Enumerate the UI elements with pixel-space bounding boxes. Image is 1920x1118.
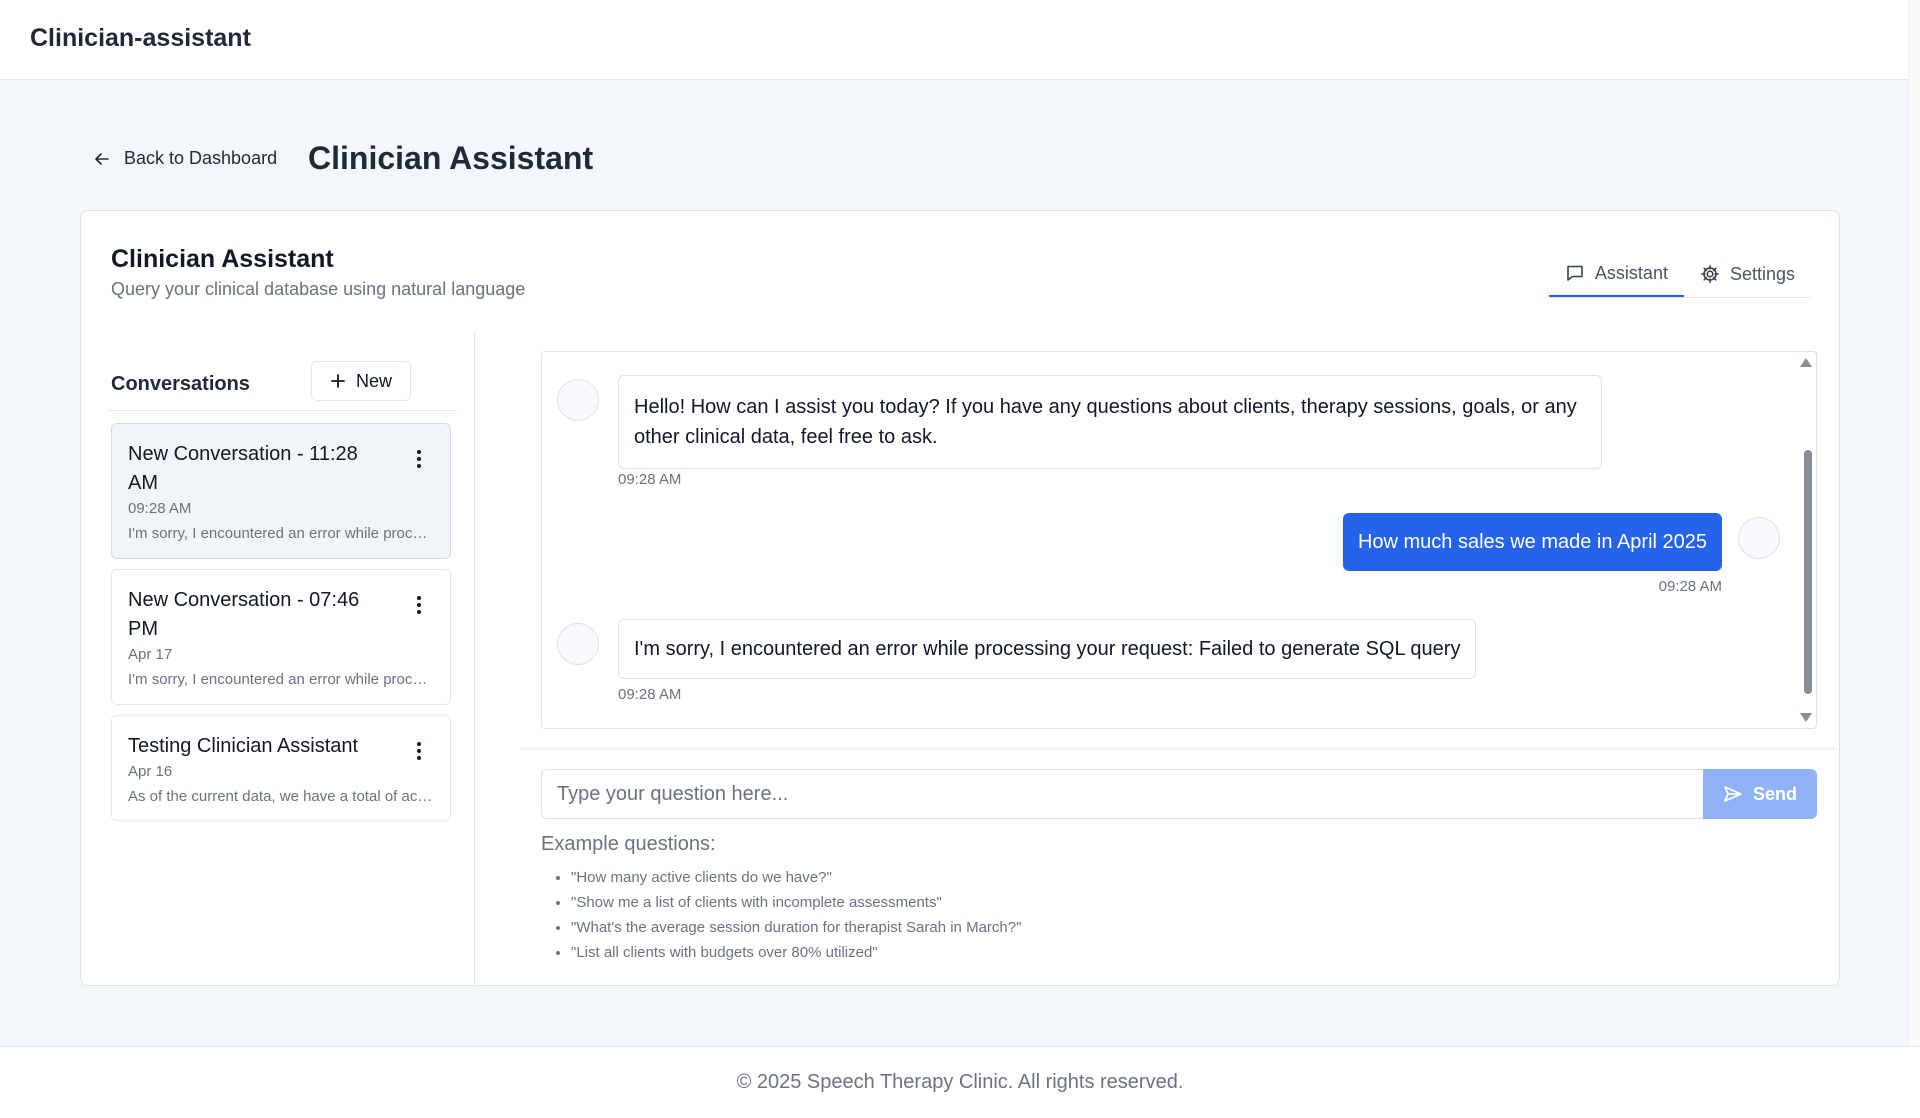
card-subtitle: Query your clinical database using natur… — [111, 279, 526, 299]
conversation-preview: I'm sorry, I encountered an error while … — [128, 671, 433, 688]
conversation-preview: I'm sorry, I encountered an error while … — [128, 525, 433, 542]
conversations-heading: Conversations — [111, 373, 250, 395]
conversations-header: Conversations New — [107, 361, 457, 411]
tab-assistant[interactable]: Assistant — [1548, 251, 1684, 297]
back-to-dashboard-link[interactable]: Back to Dashboard — [94, 148, 277, 169]
conversation-title: New Conversation - 07:46 PM — [128, 589, 360, 640]
tab-assistant-label: Assistant — [1594, 262, 1668, 283]
card-title: Clinician Assistant — [111, 245, 334, 273]
assistant-message: Hello! How can I assist you today? If yo… — [618, 375, 1602, 469]
tab-settings[interactable]: Settings — [1684, 251, 1811, 297]
example-questions-heading: Example questions: — [541, 833, 716, 855]
message-time: 09:28 AM — [618, 686, 682, 703]
scroll-down-arrow-icon[interactable] — [1800, 713, 1812, 722]
top-bar: Clinician-assistant — [0, 0, 1920, 80]
assistant-avatar — [557, 379, 599, 421]
conversation-time: 09:28 AM — [128, 500, 192, 517]
window-edge — [1908, 0, 1920, 1118]
send-button[interactable]: Send — [1703, 769, 1817, 819]
back-link-label: Back to Dashboard — [124, 148, 278, 168]
footer: © 2025 Speech Therapy Clinic. All rights… — [0, 1046, 1920, 1118]
example-question[interactable]: "What's the average session duration for… — [571, 915, 1021, 940]
conversation-title: New Conversation - 11:28 AM — [128, 443, 358, 494]
conversation-item[interactable]: Testing Clinician Assistant Apr 16 As of… — [111, 715, 451, 821]
input-divider — [520, 748, 1838, 749]
scrollbar-thumb[interactable] — [1804, 450, 1812, 694]
send-icon — [1724, 786, 1742, 802]
example-questions-list: "How many active clients do we have?" "S… — [571, 865, 1021, 965]
conversation-item[interactable]: New Conversation - 07:46 PM Apr 17 I'm s… — [111, 569, 451, 705]
example-question[interactable]: "List all clients with budgets over 80% … — [571, 940, 1021, 965]
assistant-message: I'm sorry, I encountered an error while … — [618, 619, 1477, 679]
conversations-sidebar: Conversations New New Conversation - 11:… — [107, 331, 475, 987]
tab-settings-label: Settings — [1729, 263, 1795, 284]
chat-bubble-icon — [1567, 265, 1583, 281]
page-title: Clinician Assistant — [308, 140, 594, 176]
conversation-time: Apr 17 — [128, 646, 173, 663]
more-options-icon[interactable] — [412, 740, 426, 762]
footer-copyright: © 2025 Speech Therapy Clinic. All rights… — [736, 1071, 1184, 1093]
conversation-title: Testing Clinician Assistant — [128, 735, 359, 757]
user-message: How much sales we made in April 2025 — [1342, 513, 1722, 571]
message-time: 09:28 AM — [618, 471, 682, 488]
arrow-left-icon — [95, 152, 109, 165]
conversation-preview: As of the current data, we have a total … — [128, 788, 433, 805]
example-question[interactable]: "Show me a list of clients with incomple… — [571, 890, 1021, 915]
conversation-item[interactable]: New Conversation - 11:28 AM 09:28 AM I'm… — [111, 423, 451, 559]
message-time: 09:28 AM — [1658, 578, 1722, 595]
more-options-icon[interactable] — [412, 594, 426, 616]
new-conversation-button[interactable]: New — [311, 361, 411, 401]
chat-messages[interactable]: Hello! How can I assist you today? If yo… — [541, 351, 1817, 729]
tab-bar: Assistant Settings — [1548, 251, 1811, 298]
user-avatar — [1738, 517, 1780, 559]
gear-icon — [1700, 265, 1719, 283]
more-options-icon[interactable] — [412, 448, 426, 470]
scroll-up-arrow-icon[interactable] — [1800, 358, 1812, 367]
app-title: Clinician-assistant — [30, 24, 251, 52]
question-input-row: Send — [541, 769, 1817, 819]
example-question[interactable]: "How many active clients do we have?" — [571, 865, 1021, 890]
conversation-time: Apr 16 — [128, 763, 173, 780]
new-button-label: New — [355, 370, 392, 391]
question-input[interactable] — [541, 769, 1703, 819]
assistant-card: Clinician Assistant Query your clinical … — [80, 210, 1840, 987]
plus-icon — [331, 374, 345, 388]
assistant-avatar — [557, 623, 599, 665]
send-button-label: Send — [1752, 783, 1797, 804]
chat-scrollbar[interactable] — [1800, 352, 1816, 728]
